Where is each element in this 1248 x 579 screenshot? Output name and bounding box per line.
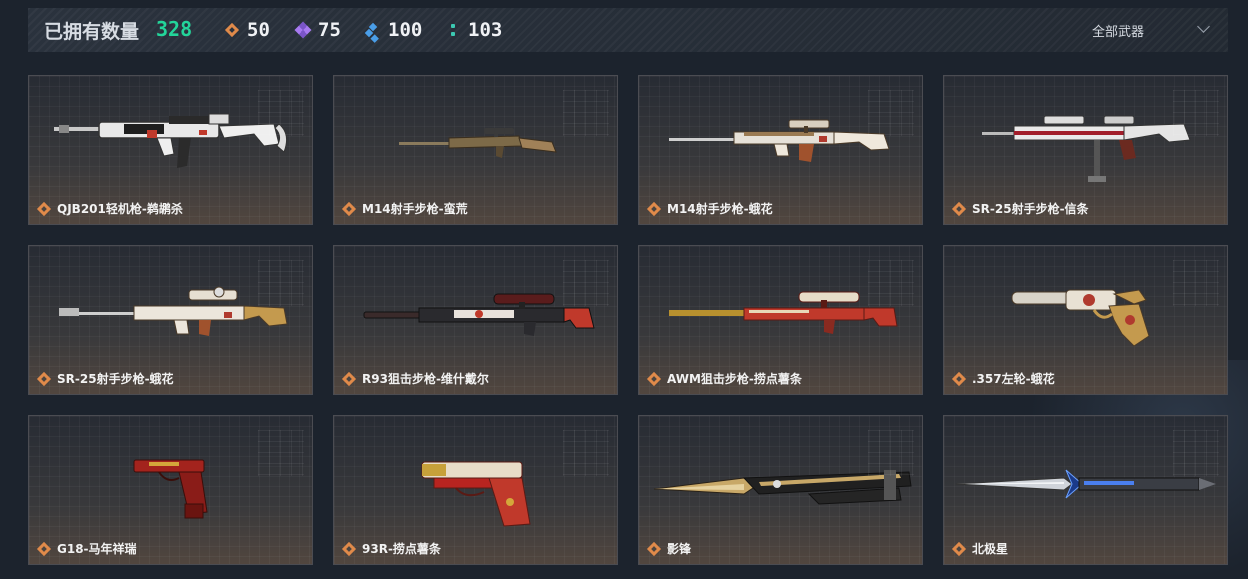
weapon-label: M14射手步枪-蛾花 (647, 200, 773, 217)
pistol-icon (421, 461, 531, 527)
orange-rarity-icon (342, 542, 356, 556)
weapon-label: SR-25射手步枪-蛾花 (37, 370, 174, 387)
weapon-name: 93R-捞点薯条 (362, 542, 441, 556)
knife-icon (955, 469, 1216, 499)
teal-rarity-icon (446, 23, 460, 37)
weapon-card[interactable]: SR-25射手步枪-蛾花 (28, 245, 313, 395)
weapon-label: QJB201轻机枪-鹈鹕杀 (37, 200, 183, 217)
orange-rarity-icon (37, 372, 51, 386)
orange-rarity-icon (647, 372, 661, 386)
knife-icon (653, 470, 912, 505)
weapon-label: 北极星 (952, 540, 1008, 557)
weapon-name: SR-25射手步枪-蛾花 (57, 372, 174, 386)
orange-rarity-icon (952, 372, 966, 386)
lmg-weapon-icon (54, 113, 288, 168)
weapon-grid: QJB201轻机枪-鹈鹕杀 M14射手步枪-蛮荒 M14射手步枪-蛾花 SR-2… (28, 75, 1228, 565)
stat-value: 100 (388, 19, 423, 41)
orange-rarity-icon (342, 202, 356, 216)
weapon-card[interactable]: AWM狙击步枪-捞点薯条 (638, 245, 923, 395)
weapon-card[interactable]: M14射手步枪-蛾花 (638, 75, 923, 225)
orange-rarity-icon (342, 372, 356, 386)
pistol-icon (133, 459, 208, 519)
weapon-card[interactable]: .357左轮-蛾花 (943, 245, 1228, 395)
weapon-card[interactable]: QJB201轻机枪-鹈鹕杀 (28, 75, 313, 225)
weapon-label: G18-马年祥瑞 (37, 540, 137, 557)
stat-blue: 100 (366, 19, 422, 41)
weapon-label: R93狙击步枪-维什戴尔 (342, 370, 489, 387)
weapon-label: AWM狙击步枪-捞点薯条 (647, 370, 802, 387)
weapon-card[interactable]: R93狙击步枪-维什戴尔 (333, 245, 618, 395)
blue-rarity-icon (366, 23, 380, 37)
weapon-name: .357左轮-蛾花 (972, 372, 1055, 386)
weapon-label: 93R-捞点薯条 (342, 540, 441, 557)
chevron-down-icon (1197, 20, 1210, 33)
sniper-rifle-icon (363, 293, 595, 336)
orange-rarity-icon (952, 202, 966, 216)
sniper-rifle-icon (669, 291, 898, 334)
orange-rarity-icon (225, 23, 239, 37)
weapon-name: R93狙击步枪-维什戴尔 (362, 372, 489, 386)
orange-rarity-icon (647, 542, 661, 556)
marksman-rifle-icon (982, 115, 1191, 182)
stat-purple: 75 (296, 19, 341, 41)
weapon-card[interactable]: 北极星 (943, 415, 1228, 565)
revolver-icon (1011, 289, 1150, 347)
stat-orange: 50 (225, 19, 270, 41)
weapon-name: AWM狙击步枪-捞点薯条 (667, 372, 802, 386)
stat-teal: 103 (446, 19, 502, 41)
weapon-card[interactable]: G18-马年祥瑞 (28, 415, 313, 565)
stat-value: 50 (247, 19, 270, 41)
owned-count-label: 已拥有数量 (44, 21, 140, 43)
weapon-filter-dropdown[interactable]: 全部武器 (1090, 8, 1228, 52)
owned-count-value: 328 (156, 17, 193, 41)
weapon-name: G18-马年祥瑞 (57, 542, 137, 556)
weapon-label: .357左轮-蛾花 (952, 370, 1055, 387)
marksman-rifle-icon (59, 286, 288, 336)
weapon-card[interactable]: 93R-捞点薯条 (333, 415, 618, 565)
weapon-card[interactable]: M14射手步枪-蛮荒 (333, 75, 618, 225)
orange-rarity-icon (952, 542, 966, 556)
weapon-label: M14射手步枪-蛮荒 (342, 200, 468, 217)
orange-rarity-icon (37, 202, 51, 216)
weapon-card[interactable]: 影锋 (638, 415, 923, 565)
weapon-filter-label: 全部武器 (1092, 24, 1145, 40)
weapon-name: M14射手步枪-蛮荒 (362, 202, 468, 216)
weapon-name: M14射手步枪-蛾花 (667, 202, 773, 216)
weapon-label: 影锋 (647, 540, 691, 557)
orange-rarity-icon (647, 202, 661, 216)
inventory-header: 已拥有数量 328 50 75 100 103 全部武器 (28, 8, 1228, 52)
weapon-label: SR-25射手步枪-信条 (952, 200, 1089, 217)
marksman-rifle-icon (399, 128, 557, 158)
weapon-name: QJB201轻机枪-鹈鹕杀 (57, 202, 183, 216)
stat-value: 75 (318, 19, 341, 41)
marksman-rifle-icon (669, 119, 890, 162)
stat-value: 103 (468, 19, 503, 41)
orange-rarity-icon (37, 542, 51, 556)
weapon-name: 影锋 (667, 542, 692, 556)
purple-rarity-icon (296, 23, 310, 37)
weapon-name: SR-25射手步枪-信条 (972, 202, 1089, 216)
weapon-name: 北极星 (972, 542, 1009, 556)
weapon-card[interactable]: SR-25射手步枪-信条 (943, 75, 1228, 225)
